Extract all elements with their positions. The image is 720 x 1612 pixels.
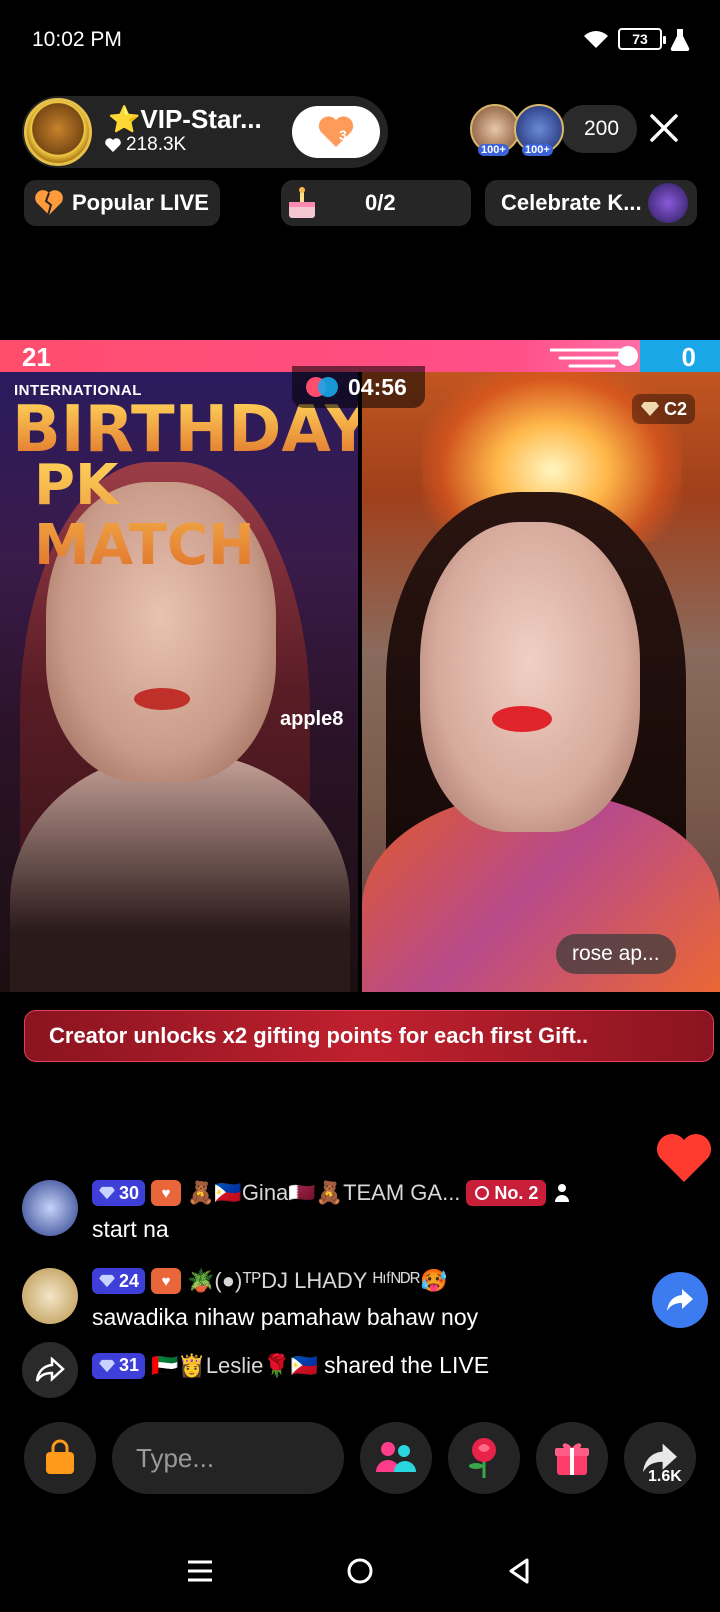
chat-username[interactable]: 🧸🇵🇭Gina🇶🇦🧸TEAM GA...: [187, 1180, 460, 1206]
chat-meta: 30 ♥ 🧸🇵🇭Gina🇶🇦🧸TEAM GA... No. 2: [92, 1180, 576, 1206]
celebrate-label: Celebrate K...: [501, 190, 642, 215]
chat-text: start na: [92, 1216, 169, 1242]
chat-text: shared the LIVE: [324, 1352, 490, 1378]
share-arrow-icon: [667, 1289, 693, 1311]
host-avatar[interactable]: [24, 98, 92, 166]
rank-number-badge: No. 2: [466, 1180, 547, 1206]
shop-button[interactable]: [24, 1422, 96, 1494]
level-value: 30: [119, 1182, 140, 1203]
popular-live-pill[interactable]: Popular LIVE: [24, 180, 220, 226]
fan-badge-icon: ♥: [151, 1268, 182, 1294]
host-likes: 218.3K: [104, 134, 186, 156]
popular-live-label: Popular LIVE: [72, 190, 209, 215]
share-event-icon: [22, 1342, 78, 1398]
diamond-icon: [99, 1359, 115, 1372]
gift-progress: 0/2: [365, 190, 396, 215]
wifi-icon: [584, 31, 608, 48]
diamond-icon: [99, 1186, 115, 1200]
live-fest-icon: [647, 183, 688, 223]
status-bar: 10:02 PM 73: [0, 0, 720, 80]
rank-badge[interactable]: C2: [632, 394, 696, 424]
chat-meta: 31 🇦🇪👸Leslie🌹🇵🇭 shared the LIVE: [92, 1352, 489, 1379]
clock-icon: [475, 1186, 490, 1200]
gift-goal-pill[interactable]: 0/2: [281, 180, 471, 226]
close-button[interactable]: [640, 104, 688, 152]
face-right: [420, 522, 640, 832]
add-user-icon[interactable]: [552, 1181, 576, 1205]
level-badge: 30: [92, 1180, 146, 1206]
users-icon: [376, 1442, 416, 1472]
level-badge: 31: [92, 1352, 146, 1379]
fan-badge-icon: ♥: [151, 1180, 182, 1206]
pk-right-score: 0: [681, 342, 696, 372]
host-bar[interactable]: ⭐VIP-Star... 218.3K 3: [22, 96, 388, 168]
broken-heart-icon: [35, 190, 63, 216]
level-value: 31: [119, 1355, 140, 1375]
comment-input[interactable]: Type...: [112, 1422, 344, 1494]
chat-message[interactable]: 30 ♥ 🧸🇵🇭Gina🇶🇦🧸TEAM GA... No. 2 start na: [22, 1180, 682, 1250]
follow-button[interactable]: 3: [292, 106, 380, 158]
promo-banner[interactable]: Creator unlocks x2 gifting points for ea…: [24, 1010, 714, 1062]
lips-left: [134, 688, 190, 710]
chat-avatar[interactable]: [22, 1268, 78, 1324]
rank-badge-label: C2: [664, 398, 688, 419]
viewer-count[interactable]: 200: [560, 105, 638, 153]
opponent-name-chip[interactable]: rose ap...: [556, 934, 676, 974]
gift-icon: [555, 1443, 589, 1475]
home-icon[interactable]: [345, 1556, 375, 1586]
diamond-icon: [641, 402, 659, 416]
flask-icon: [670, 29, 690, 51]
rank-number: No. 2: [494, 1182, 539, 1203]
host-likes-count: 218.3K: [126, 134, 187, 155]
viewer-badge-1: 100+: [478, 144, 509, 156]
shopping-bag-icon: [46, 1439, 74, 1474]
pk-right-bar: 0: [640, 340, 720, 372]
pk-timer: 04:56: [292, 366, 425, 408]
pk-left-score: 21: [22, 342, 51, 372]
overlay-pk-match: PK MATCH: [34, 456, 358, 576]
level-badge: 24: [92, 1268, 146, 1294]
chat-username[interactable]: 🇦🇪👸Leslie🌹🇵🇭: [151, 1353, 318, 1379]
share-fab-button[interactable]: [652, 1272, 708, 1328]
follow-heart-icon: 3: [317, 115, 355, 149]
chat-share-event[interactable]: 31 🇦🇪👸Leslie🌹🇵🇭 shared the LIVE: [22, 1342, 682, 1402]
level-value: 24: [119, 1270, 140, 1291]
viewer-badge-2: 100+: [522, 144, 553, 156]
gift-button[interactable]: [536, 1422, 608, 1494]
chat-meta: 24 ♥ 🪴(●)ᵀᴾDJ LHADY ᴴᶦᶠᴺᴰᴿ🥵: [92, 1268, 448, 1294]
multi-guest-button[interactable]: [360, 1422, 432, 1494]
follow-count: 3: [339, 127, 347, 143]
viewer-avatar-2[interactable]: 100+: [514, 104, 564, 156]
floating-heart-icon: [657, 1134, 711, 1182]
chat-avatar[interactable]: [22, 1180, 78, 1236]
pk-timer-value: 04:56: [348, 373, 407, 400]
host-name[interactable]: ⭐VIP-Star...: [108, 104, 262, 135]
pk-gloves-icon: [306, 377, 338, 397]
chat-username[interactable]: 🪴(●)ᵀᴾDJ LHADY ᴴᶦᶠᴺᴰᴿ🥵: [187, 1268, 448, 1294]
overlay-name: apple8: [280, 708, 344, 730]
chat-text: sawadika nihaw pamahaw bahaw noy: [92, 1304, 479, 1330]
viewer-avatar-1[interactable]: 100+: [470, 104, 520, 156]
heart-icon: [105, 138, 121, 152]
status-icons: 73: [582, 27, 690, 51]
rose-icon: [469, 1438, 496, 1478]
close-icon: [650, 114, 678, 142]
status-time: 10:02 PM: [32, 28, 122, 51]
cake-icon: [289, 187, 315, 218]
rose-gift-button[interactable]: [448, 1422, 520, 1494]
celebrate-pill[interactable]: Celebrate K...: [485, 180, 697, 226]
system-nav-bar: [0, 1530, 720, 1612]
top-viewers[interactable]: 100+ 100+ 200: [470, 104, 638, 156]
video-left[interactable]: INTERNATIONAL BIRTHDAY PK MATCH apple8: [0, 372, 358, 992]
back-icon[interactable]: [505, 1556, 535, 1586]
lips-right: [492, 706, 552, 732]
menu-icon[interactable]: [185, 1556, 215, 1586]
video-right[interactable]: [362, 372, 720, 992]
share-count: 1.6K: [648, 1468, 682, 1485]
pk-swoosh-icon: [550, 346, 638, 368]
diamond-icon: [99, 1274, 115, 1288]
battery-icon: 73: [618, 28, 666, 50]
chat-message[interactable]: 24 ♥ 🪴(●)ᵀᴾDJ LHADY ᴴᶦᶠᴺᴰᴿ🥵 sawadika nih…: [22, 1268, 682, 1338]
